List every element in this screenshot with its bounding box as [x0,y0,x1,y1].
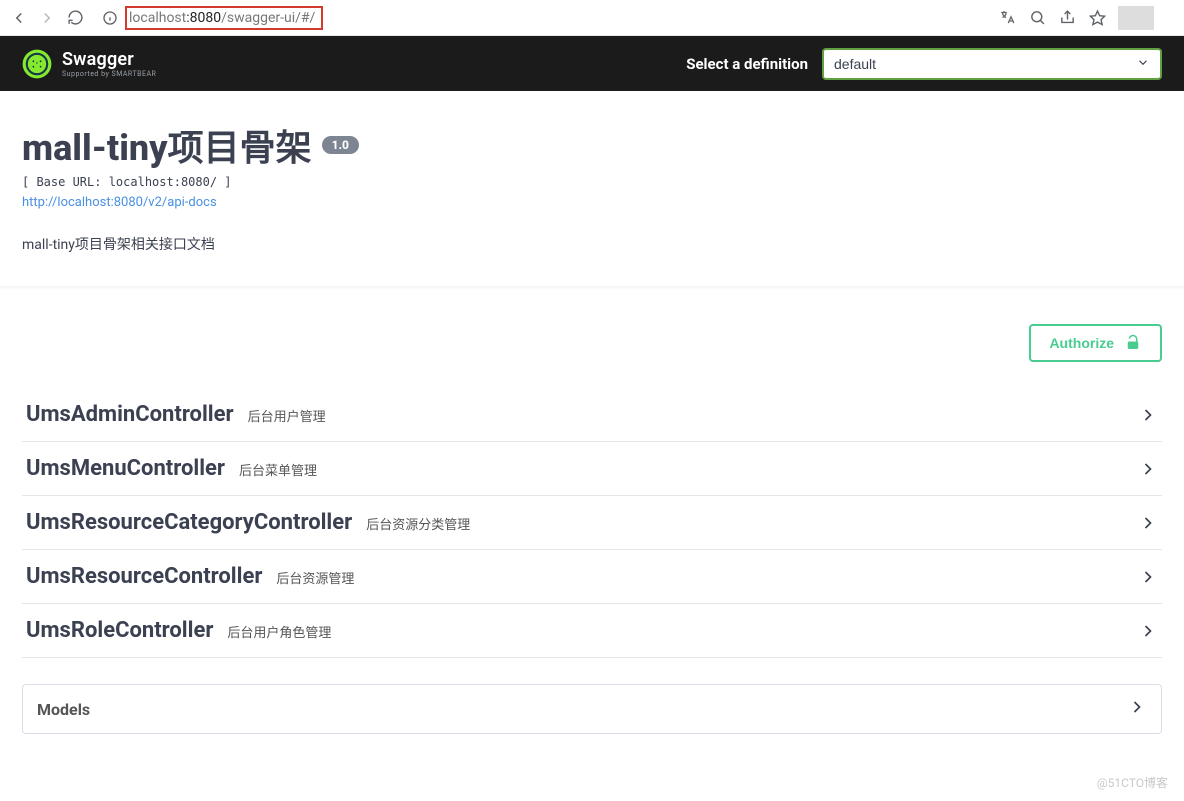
definition-selector: Select a definition default [686,48,1162,80]
watermark: @51CTO博客 [1097,774,1168,791]
api-title: mall-tiny项目骨架 1.0 [22,119,359,171]
unlock-icon [1124,334,1142,352]
tag-desc: 后台资源分类管理 [366,514,470,533]
definition-select[interactable]: default [822,48,1162,80]
tag-row[interactable]: UmsResourceCategoryController 后台资源分类管理 [22,496,1162,550]
address-text: localhost:8080/swagger-ui/#/ [125,6,323,30]
swagger-topbar: Swagger Supported by SMARTBEAR Select a … [0,36,1184,91]
main-content: Authorize UmsAdminController 后台用户管理 UmsM… [0,290,1184,774]
chevron-right-icon [1138,567,1158,587]
api-description: mall-tiny项目骨架相关接口文档 [22,234,1162,254]
browser-toolbar-right [998,6,1174,30]
models-title: Models [37,700,90,719]
browser-nav [10,9,84,27]
reload-icon[interactable] [66,9,84,27]
site-info-icon[interactable] [101,9,119,27]
tag-row[interactable]: UmsMenuController 后台菜单管理 [22,442,1162,496]
tag-row[interactable]: UmsAdminController 后台用户管理 [22,388,1162,442]
models-section: Models [22,684,1162,734]
share-icon[interactable] [1058,9,1076,27]
version-badge: 1.0 [322,136,359,154]
tag-desc: 后台资源管理 [276,568,354,587]
authorize-label: Authorize [1049,335,1114,351]
profile-avatar[interactable] [1118,6,1154,30]
translate-icon[interactable] [998,9,1016,27]
models-header[interactable]: Models [23,685,1161,733]
tag-row[interactable]: UmsRoleController 后台用户角色管理 [22,604,1162,658]
api-docs-link[interactable]: http://localhost:8080/v2/api-docs [22,195,1162,210]
tag-desc: 后台用户管理 [248,406,326,425]
tag-desc: 后台用户角色管理 [227,622,331,641]
base-url: [ Base URL: localhost:8080/ ] [22,175,1162,189]
chevron-right-icon [1138,459,1158,479]
tag-name: UmsAdminController [26,402,234,427]
tag-name: UmsResourceController [26,564,262,589]
authorize-button[interactable]: Authorize [1029,324,1162,362]
star-icon[interactable] [1088,9,1106,27]
tag-name: UmsRoleController [26,618,213,643]
tag-row[interactable]: UmsResourceController 后台资源管理 [22,550,1162,604]
tags-list: UmsAdminController 后台用户管理 UmsMenuControl… [22,388,1162,658]
swagger-icon [22,49,52,79]
tag-name: UmsMenuController [26,456,225,481]
definition-label: Select a definition [686,55,808,73]
swagger-logo[interactable]: Swagger Supported by SMARTBEAR [22,49,156,79]
tag-name: UmsResourceCategoryController [26,510,352,535]
back-icon[interactable] [10,9,28,27]
chevron-right-icon [1138,513,1158,533]
chevron-right-icon [1138,621,1158,641]
zoom-icon[interactable] [1028,9,1046,27]
address-bar[interactable]: localhost:8080/swagger-ui/#/ [92,3,990,33]
forward-icon[interactable] [38,9,56,27]
swagger-brand-text: Swagger Supported by SMARTBEAR [62,49,156,78]
chevron-right-icon [1138,405,1158,425]
chevron-right-icon [1127,697,1147,721]
browser-chrome: localhost:8080/swagger-ui/#/ [0,0,1184,36]
tag-desc: 后台菜单管理 [239,460,317,479]
api-info: mall-tiny项目骨架 1.0 [ Base URL: localhost:… [0,91,1184,286]
